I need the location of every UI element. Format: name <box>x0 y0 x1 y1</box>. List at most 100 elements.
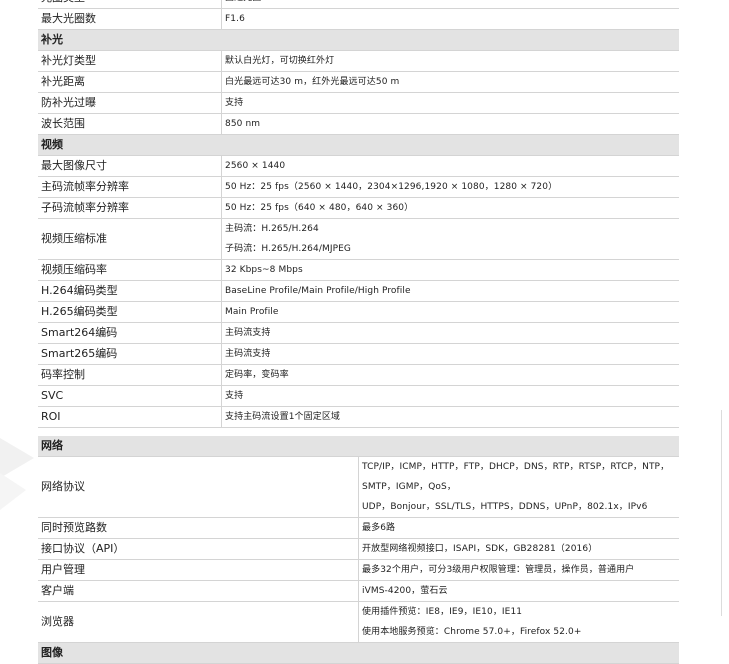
spec-label: 补光灯类型 <box>38 50 222 72</box>
spec-value: 最多6路 <box>358 517 679 539</box>
spec-value: 主码流支持 <box>221 343 679 365</box>
section-header: 视频 <box>38 134 679 156</box>
spec-sheet: 光圈类型固定光圈最大光圈数F1.6补光补光灯类型默认白光灯，可切换红外灯补光距离… <box>38 0 679 664</box>
section-title: 网络 <box>38 436 679 457</box>
spec-label: 用户管理 <box>38 559 359 581</box>
section-header: 图像 <box>38 642 679 664</box>
spec-value-line: F1.6 <box>225 14 245 24</box>
spec-value-line: TCP/IP，ICMP，HTTP，FTP，DHCP，DNS，RTP，RTSP，R… <box>362 462 670 492</box>
section-title: 补光 <box>38 29 679 51</box>
spec-label: Smart265编码 <box>38 343 222 365</box>
spec-value-line: 850 nm <box>225 119 261 129</box>
table-row: 最大光圈数 F1.6 <box>38 8 679 30</box>
spec-value-line: 默认白光灯，可切换红外灯 <box>225 56 335 66</box>
table-row: ROI 支持主码流设置1个固定区域 <box>38 406 679 428</box>
spec-value-line: iVMS-4200，萤石云 <box>362 586 448 596</box>
spec-label: 最大光圈数 <box>38 8 222 30</box>
spec-label: Smart264编码 <box>38 322 222 344</box>
spec-value-line: 最多32个用户，可分3级用户权限管理：管理员，操作员，普通用户 <box>362 565 635 575</box>
section-header: 补光 <box>38 29 679 51</box>
table-row: 补光灯类型 默认白光灯，可切换红外灯 <box>38 50 679 72</box>
spec-label: 视频压缩码率 <box>38 259 222 281</box>
spec-value-line: 支持主码流设置1个固定区域 <box>225 412 341 422</box>
spec-table-top: 光圈类型固定光圈最大光圈数F1.6补光补光灯类型默认白光灯，可切换红外灯补光距离… <box>38 0 679 428</box>
spec-label: 最大图像尺寸 <box>38 155 222 177</box>
spec-value: F1.6 <box>221 8 679 30</box>
spec-value: 默认白光灯，可切换红外灯 <box>221 50 679 72</box>
table-row: 码率控制 定码率，变码率 <box>38 364 679 386</box>
table-row: 网络协议 TCP/IP，ICMP，HTTP，FTP，DHCP，DNS，RTP，RT… <box>38 456 679 518</box>
table-row: 客户端 iVMS-4200，萤石云 <box>38 580 679 602</box>
table-row: Smart264编码 主码流支持 <box>38 322 679 344</box>
watermark-logo <box>0 438 34 510</box>
spec-value: 支持 <box>221 385 679 407</box>
spec-value-line: Main Profile <box>225 307 279 317</box>
spec-value: BaseLine Profile/Main Profile/High Profi… <box>221 280 679 302</box>
table-row: 子码流帧率分辨率 50 Hz：25 fps（640 × 480，640 × 360… <box>38 197 679 219</box>
table-row: 最大图像尺寸 2560 × 1440 <box>38 155 679 177</box>
spec-label: 客户端 <box>38 580 359 602</box>
spec-label: 浏览器 <box>38 601 359 643</box>
spec-value: 主码流支持 <box>221 322 679 344</box>
spec-value: 固定光圈 <box>221 0 679 9</box>
table-row: 接口协议（API） 开放型网络视频接口，ISAPI，SDK，GB28281（201… <box>38 538 679 560</box>
spec-value: 支持主码流设置1个固定区域 <box>221 406 679 428</box>
table-row: 补光距离 白光最远可达30 m，红外光最远可达50 m <box>38 71 679 93</box>
spec-label: 子码流帧率分辨率 <box>38 197 222 219</box>
spec-label: H.264编码类型 <box>38 280 222 302</box>
spec-label: H.265编码类型 <box>38 301 222 323</box>
spec-value-line: 使用本地服务预览：Chrome 57.0+，Firefox 52.0+ <box>362 627 582 637</box>
spec-label: 网络协议 <box>38 456 359 518</box>
spec-value: 主码流：H.265/H.264 子码流：H.265/H.264/MJPEG <box>221 218 679 260</box>
spec-value: iVMS-4200，萤石云 <box>358 580 679 602</box>
spec-value-line: 开放型网络视频接口，ISAPI，SDK，GB28281（2016） <box>362 544 598 554</box>
spec-value: 支持 <box>221 92 679 114</box>
table-row: H.264编码类型 BaseLine Profile/Main Profile/H… <box>38 280 679 302</box>
table-row: 视频压缩码率 32 Kbps~8 Mbps <box>38 259 679 281</box>
spec-table-bottom: 网络 网络协议 TCP/IP，ICMP，HTTP，FTP，DHCP，DNS，RTP，… <box>38 436 679 664</box>
spec-value: 最多32个用户，可分3级用户权限管理：管理员，操作员，普通用户 <box>358 559 679 581</box>
spec-label: 补光距离 <box>38 71 222 93</box>
spec-value: TCP/IP，ICMP，HTTP，FTP，DHCP，DNS，RTP，RTSP，R… <box>358 456 679 518</box>
section-title: 视频 <box>38 134 679 156</box>
spec-label: 光圈类型 <box>38 0 222 9</box>
spec-value-line: 最多6路 <box>362 523 396 533</box>
table-row: 用户管理 最多32个用户，可分3级用户权限管理：管理员，操作员，普通用户 <box>38 559 679 581</box>
spec-label: 接口协议（API） <box>38 538 359 560</box>
spec-label: 波长范围 <box>38 113 222 135</box>
table-row: 浏览器 使用插件预览：IE8，IE9，IE10，IE11 使用本地服务预览：Chro… <box>38 601 679 643</box>
spec-label: 同时预览路数 <box>38 517 359 539</box>
spec-label: 防补光过曝 <box>38 92 222 114</box>
spec-value-line: 主码流：H.265/H.264 <box>225 224 319 234</box>
table-row: 主码流帧率分辨率 50 Hz：25 fps（2560 × 1440，2304×12… <box>38 176 679 198</box>
spec-value-line: BaseLine Profile/Main Profile/High Profi… <box>225 286 411 296</box>
spec-value-line: 支持 <box>225 98 244 108</box>
table-row: 视频压缩标准 主码流：H.265/H.264 子码流：H.265/H.264/MJP… <box>38 218 679 260</box>
table-row: H.265编码类型 Main Profile <box>38 301 679 323</box>
spec-value-line: 50 Hz：25 fps（2560 × 1440，2304×1296,1920 … <box>225 182 558 192</box>
spec-value-line: 主码流支持 <box>225 349 271 359</box>
spec-value-line: 主码流支持 <box>225 328 271 338</box>
spec-value: 白光最远可达30 m，红外光最远可达50 m <box>221 71 679 93</box>
table-row: 同时预览路数 最多6路 <box>38 517 679 539</box>
spec-value-line: 白光最远可达30 m，红外光最远可达50 m <box>225 77 400 87</box>
spec-value-line: 支持 <box>225 391 244 401</box>
spec-label: 主码流帧率分辨率 <box>38 176 222 198</box>
spec-label: 码率控制 <box>38 364 222 386</box>
spec-label: ROI <box>38 406 222 428</box>
page-gap <box>38 428 679 436</box>
spec-value-line: 子码流：H.265/H.264/MJPEG <box>225 244 351 254</box>
table-row: SVC 支持 <box>38 385 679 407</box>
spec-value: 定码率，变码率 <box>221 364 679 386</box>
spec-value-line: UDP，Bonjour，SSL/TLS，HTTPS，DDNS，UPnP，802.… <box>362 502 648 512</box>
spec-label: SVC <box>38 385 222 407</box>
spec-value: Main Profile <box>221 301 679 323</box>
spec-label: 视频压缩标准 <box>38 218 222 260</box>
table-row: 光圈类型固定光圈 <box>38 0 679 9</box>
spec-value-line: 定码率，变码率 <box>225 370 289 380</box>
section-title: 图像 <box>38 642 679 664</box>
spec-value: 850 nm <box>221 113 679 135</box>
spec-value-line: 固定光圈 <box>225 0 679 8</box>
spec-value-line: 使用插件预览：IE8，IE9，IE10，IE11 <box>362 607 523 617</box>
spec-value-line: 50 Hz：25 fps（640 × 480，640 × 360） <box>225 203 414 213</box>
